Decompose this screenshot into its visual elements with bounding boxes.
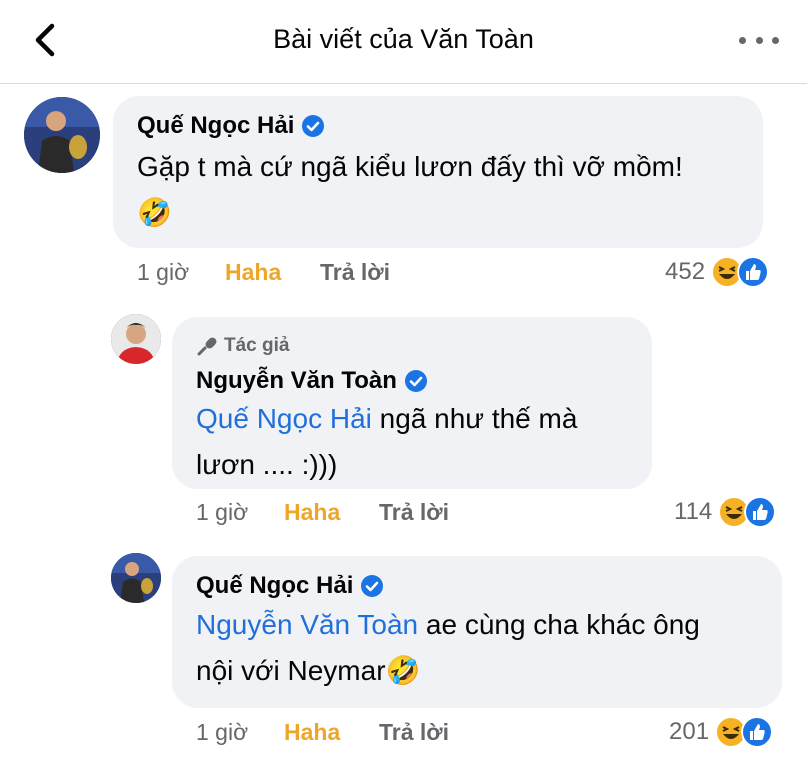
reaction-summary[interactable]: 114 <box>674 496 777 528</box>
mention-link[interactable]: Nguyễn Văn Toàn <box>196 609 418 640</box>
verified-badge-icon <box>302 115 325 137</box>
verified-badge-icon <box>361 575 384 597</box>
reaction-summary[interactable]: 452 <box>665 256 770 288</box>
avatar-que-ngoc-hai[interactable] <box>111 553 161 603</box>
page-title: Bài viết của Văn Toàn <box>273 24 534 54</box>
commenter-name[interactable]: Quế Ngọc Hải <box>196 572 384 600</box>
commenter-name[interactable]: Quế Ngọc Hải <box>137 112 325 140</box>
reply-button[interactable]: Trả lời <box>379 719 449 746</box>
top-bar: Bài viết của Văn Toàn <box>0 0 807 84</box>
comment-text: Gặp t mà cứ ngã kiểu lươn đấy thì vỡ mồm… <box>137 151 683 228</box>
commenter-name[interactable]: Nguyễn Văn Toàn <box>196 367 427 395</box>
author-tag: Tác giả <box>196 335 289 357</box>
haha-reaction-button[interactable]: Haha <box>284 719 379 746</box>
mention-link[interactable]: Quế Ngọc Hải <box>196 403 372 434</box>
avatar-nguyen-van-toan[interactable] <box>111 314 161 364</box>
comment-actions: 1 giờ Haha Trả lời <box>196 499 449 526</box>
microphone-icon <box>197 337 217 356</box>
more-options-icon[interactable] <box>739 26 779 54</box>
avatar-que-ngoc-hai[interactable] <box>24 97 100 173</box>
haha-reaction-button[interactable]: Haha <box>225 259 320 286</box>
like-icon <box>744 496 777 528</box>
comment-actions: 1 giờ Haha Trả lời <box>137 259 390 286</box>
haha-reaction-button[interactable]: Haha <box>284 499 379 526</box>
reply-button[interactable]: Trả lời <box>320 259 390 286</box>
reaction-summary[interactable]: 201 <box>669 716 774 748</box>
comment-text: Quế Ngọc Hải ngã như thế mà lươn .... :)… <box>196 403 578 480</box>
comment-actions: 1 giờ Haha Trả lời <box>196 719 449 746</box>
reaction-count: 201 <box>669 718 710 745</box>
reaction-count: 114 <box>674 498 713 525</box>
like-icon <box>741 716 774 748</box>
comment-time: 1 giờ <box>137 259 190 285</box>
verified-badge-icon <box>404 370 427 392</box>
reply-button[interactable]: Trả lời <box>379 499 449 526</box>
rofl-emoji: 🤣 <box>137 197 172 228</box>
like-icon <box>737 256 770 288</box>
comment-text: Nguyễn Văn Toàn ae cùng cha khác ông nội… <box>196 609 700 686</box>
comment-time: 1 giờ <box>196 719 249 745</box>
comment-time: 1 giờ <box>196 499 249 525</box>
rofl-emoji: 🤣 <box>385 655 421 686</box>
reaction-count: 452 <box>665 258 706 285</box>
